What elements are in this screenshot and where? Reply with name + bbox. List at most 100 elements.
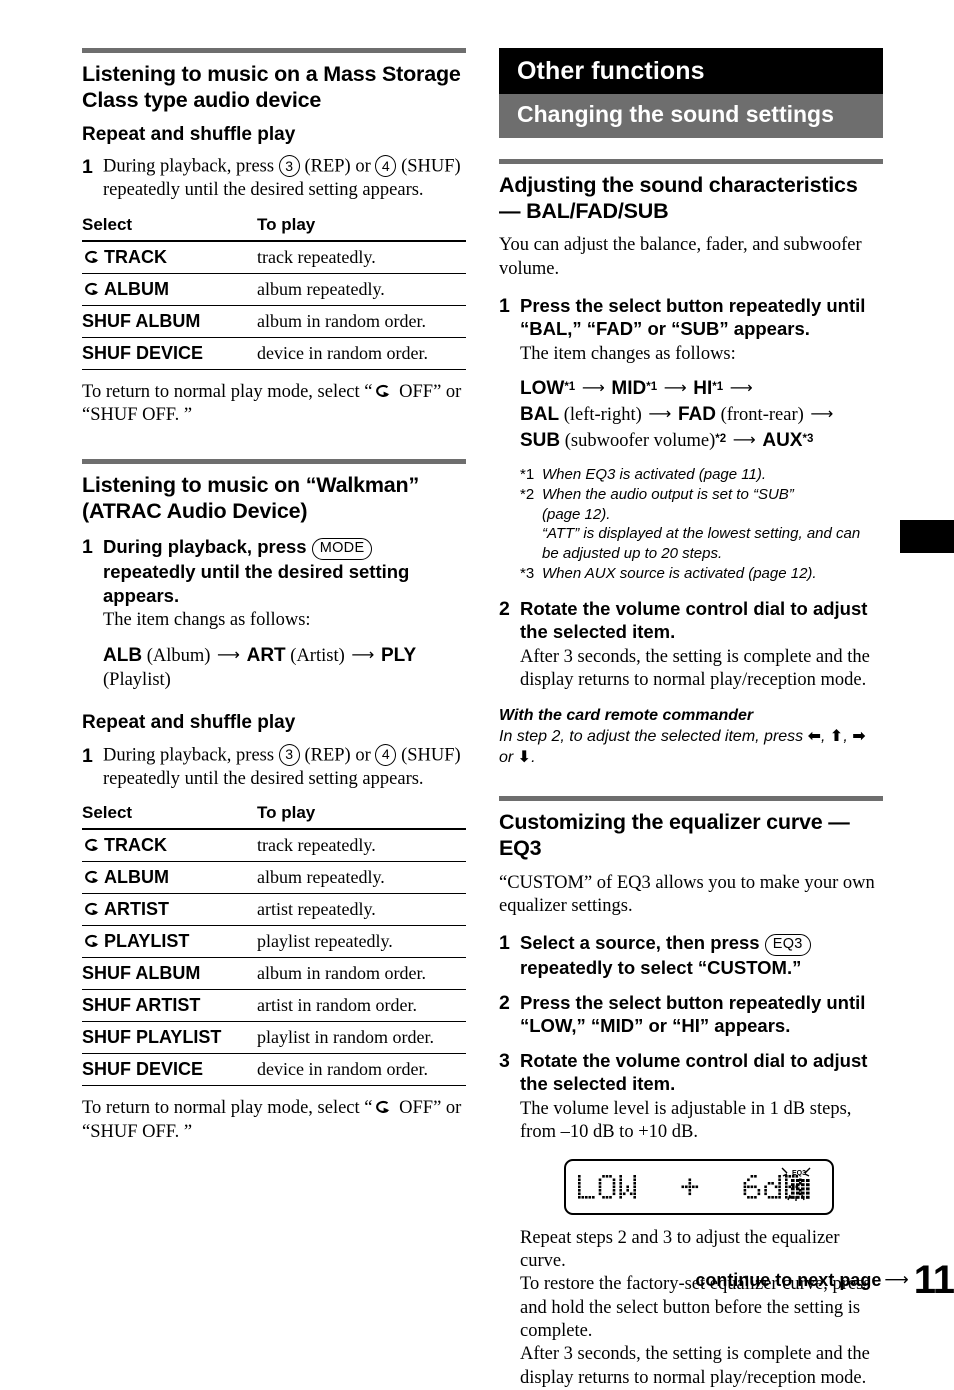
right-arrow-icon: ⟶ bbox=[648, 404, 672, 424]
footnote-list: *1 When EQ3 is activated (page 11). *2 When… bbox=[520, 465, 883, 584]
key-3-rep[interactable]: 3 bbox=[278, 743, 300, 766]
table-row: SHUF DEVICE device in random order. bbox=[82, 1053, 466, 1087]
select-label: PLAYLIST bbox=[104, 931, 190, 952]
note-text-a: To return to normal play mode, select “ bbox=[82, 1098, 373, 1119]
table-header-row: Select To play bbox=[82, 214, 466, 242]
subheading-repeat-shuffle-1: Repeat and shuffle play bbox=[82, 123, 296, 145]
footnote-mark: *2 bbox=[520, 486, 535, 504]
cell-select: PLAYLIST bbox=[82, 925, 257, 959]
table-row: ALBUM album repeatedly. bbox=[82, 861, 466, 895]
repeat-icon bbox=[82, 282, 99, 296]
repeat-icon bbox=[82, 902, 99, 916]
footnote-mark-1: *1 bbox=[712, 381, 724, 394]
footnote-mark-1: *1 bbox=[646, 381, 658, 394]
flow-label-2: (Artist) bbox=[290, 645, 345, 666]
note-text-a: To return to normal play mode, select “ bbox=[82, 381, 373, 402]
down-arrow-icon: ⬇ bbox=[517, 747, 532, 767]
flow-item-mid: MID bbox=[611, 378, 647, 400]
flow-item-hi: HI bbox=[693, 378, 713, 400]
footnote-item: *3 When AUX source is activated (page 12)… bbox=[520, 564, 883, 584]
remote-note-body: In step 2, to adjust the selected item, … bbox=[499, 725, 866, 767]
step-number: 1 bbox=[82, 744, 93, 767]
step-2-bal-fad-sub: 2 Rotate the volume control dial to adju… bbox=[499, 597, 883, 693]
flow-label-sub: (subwoofer volume) bbox=[564, 430, 716, 451]
step-text-a: During playback, press bbox=[103, 156, 275, 177]
cell-to-play: album in random order. bbox=[257, 305, 466, 338]
right-arrow-icon: ⟶ bbox=[351, 644, 375, 664]
select-label: SHUF ALBUM bbox=[82, 963, 201, 984]
repeat-icon bbox=[82, 838, 99, 852]
step-bold-text: Rotate the volume control dial to adjust… bbox=[520, 597, 868, 643]
right-arrow-icon: ⟶ bbox=[884, 1270, 909, 1290]
return-normal-note-1: To return to normal play mode, select “ … bbox=[82, 381, 466, 428]
section-rule-2 bbox=[82, 459, 466, 465]
remote-note-text-a: In step 2, to adjust the selected item, … bbox=[499, 727, 808, 745]
right-arrow-icon: ⟶ bbox=[732, 429, 756, 449]
section-rule-4 bbox=[499, 796, 883, 802]
key-4-shuf[interactable]: 4 bbox=[375, 743, 397, 766]
thumb-index-tab bbox=[900, 520, 954, 553]
walkman-item-flow: ALB (Album) ⟶ ART (Artist) ⟶ PLY (Playli… bbox=[103, 643, 466, 694]
repeat-icon bbox=[82, 870, 99, 884]
table-header-row: Select To play bbox=[82, 803, 466, 831]
select-label: SHUF DEVICE bbox=[82, 342, 204, 363]
return-normal-note-2: To return to normal play mode, select “ … bbox=[82, 1097, 466, 1144]
select-label: SHUF DEVICE bbox=[82, 1059, 204, 1080]
lcd-content: EQ3 bbox=[578, 1167, 811, 1201]
step-subtext: The item changes as follows: bbox=[520, 343, 736, 364]
cell-select: SHUF DEVICE bbox=[82, 1053, 257, 1087]
step-1-mass-storage: 1 During playback, press 3 (REP) or 4 (S… bbox=[82, 155, 466, 202]
footnote-text: When the audio output is set to “SUB” (pa… bbox=[542, 486, 861, 562]
table-row: SHUF PLAYLIST playlist in random order. bbox=[82, 1021, 466, 1055]
select-label: SHUF ARTIST bbox=[82, 995, 201, 1016]
page-footer: continue to next page ⟶ 11 bbox=[0, 1258, 954, 1303]
table-body-2: TRACK track repeatedly. ALBUM album repeate… bbox=[82, 829, 466, 1087]
select-label: ARTIST bbox=[104, 899, 169, 920]
step-2-eq3: 2 Press the select button repeatedly unt… bbox=[499, 991, 883, 1038]
cell-select: SHUF DEVICE bbox=[82, 337, 257, 370]
table-row: ARTIST artist repeatedly. bbox=[82, 893, 466, 927]
eq3-after-text-c: After 3 seconds, the setting is complete… bbox=[520, 1344, 870, 1388]
flow-item-1: ALB bbox=[103, 644, 143, 666]
cell-to-play: artist in random order. bbox=[257, 989, 466, 1023]
repeat-icon bbox=[373, 1100, 390, 1114]
col-header-to-play: To play bbox=[257, 214, 466, 242]
key-mode[interactable]: MODE bbox=[311, 537, 373, 561]
page-title-mass-storage: Listening to music on a Mass Storage Cla… bbox=[82, 62, 461, 112]
step-number: 2 bbox=[499, 991, 510, 1014]
remote-note-text-b: or bbox=[499, 749, 518, 767]
select-label: ALBUM bbox=[104, 278, 169, 299]
key-eq3[interactable]: EQ3 bbox=[764, 933, 811, 957]
page-number: 11 bbox=[913, 1258, 954, 1302]
step-bold-text-b: repeatedly to select “CUSTOM.” bbox=[520, 957, 802, 979]
step-subtext: After 3 seconds, the setting is complete… bbox=[520, 646, 870, 691]
footnote-text: When AUX source is activated (page 12). bbox=[542, 565, 817, 583]
cell-to-play: album repeatedly. bbox=[257, 273, 466, 306]
intro-eq3: “CUSTOM” of EQ3 allows you to make your … bbox=[499, 872, 875, 917]
up-arrow-icon: ⬆ bbox=[829, 725, 844, 745]
flow-item-3: PLY bbox=[380, 644, 417, 666]
cell-select: SHUF ARTIST bbox=[82, 989, 257, 1023]
key-3-rep[interactable]: 3 bbox=[278, 155, 300, 178]
step-number: 1 bbox=[499, 932, 510, 955]
left-column: Listening to music on a Mass Storage Cla… bbox=[82, 48, 466, 1146]
step-subtext: The volume level is adjustable in 1 dB s… bbox=[520, 1098, 852, 1143]
right-arrow-icon: ⟶ bbox=[581, 378, 605, 398]
cell-to-play: playlist repeatedly. bbox=[257, 925, 466, 959]
step-text-b: (REP) or bbox=[304, 745, 371, 766]
page-title-walkman: Listening to music on “Walkman” (ATRAC A… bbox=[82, 473, 420, 524]
key-4-shuf[interactable]: 4 bbox=[375, 155, 397, 178]
section-title-bar: Changing the sound settings bbox=[499, 94, 883, 138]
table-row: SHUF ALBUM album in random order. bbox=[82, 957, 466, 991]
step-number: 1 bbox=[499, 294, 510, 317]
cell-to-play: device in random order. bbox=[257, 1053, 466, 1087]
continue-label: continue to next page bbox=[695, 1270, 882, 1290]
cell-select: SHUF PLAYLIST bbox=[82, 1021, 257, 1055]
subheading-repeat-shuffle-2: Repeat and shuffle play bbox=[82, 712, 296, 734]
chapter-title-bar: Other functions bbox=[499, 48, 883, 94]
step-number: 1 bbox=[82, 156, 93, 179]
right-arrow-icon: ⟶ bbox=[729, 378, 753, 398]
table-row: TRACK track repeatedly. bbox=[82, 240, 466, 274]
repeat-icon bbox=[82, 934, 99, 948]
cell-to-play: artist repeatedly. bbox=[257, 893, 466, 927]
